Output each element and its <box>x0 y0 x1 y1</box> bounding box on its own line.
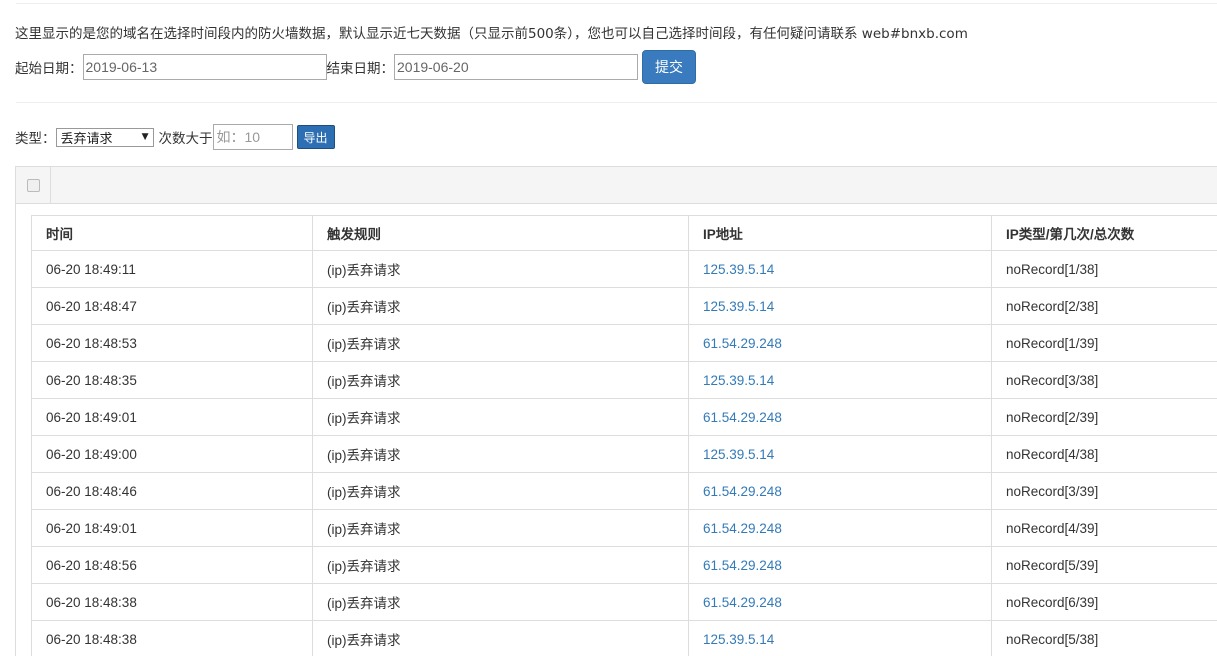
top-divider <box>16 3 1217 4</box>
cell-ip-link[interactable]: 61.54.29.248 <box>688 324 992 362</box>
header-ip: IP地址 <box>688 215 992 251</box>
cell-rule: (ip)丢弃请求 <box>312 398 689 436</box>
cell-ip-link[interactable]: 61.54.29.248 <box>688 472 992 510</box>
cell-ip-type: noRecord[4/39] <box>991 509 1217 547</box>
cell-time: 06-20 18:48:47 <box>31 287 313 325</box>
table-row: 06-20 18:48:35 (ip)丢弃请求 125.39.5.14 noRecor… <box>31 361 1217 399</box>
cell-rule: (ip)丢弃请求 <box>312 509 689 547</box>
cell-ip-type: noRecord[1/38] <box>991 250 1217 288</box>
cell-ip-type: noRecord[6/39] <box>991 583 1217 621</box>
cell-time: 06-20 18:48:38 <box>31 620 313 656</box>
cell-ip-type: noRecord[1/39] <box>991 324 1217 362</box>
cell-ip-type: noRecord[3/38] <box>991 361 1217 399</box>
info-notice: 这里显示的是您的域名在选择时间段内的防火墙数据，默认显示近七天数据（只显示前50… <box>15 26 968 42</box>
cell-rule: (ip)丢弃请求 <box>312 361 689 399</box>
type-select[interactable]: 丢弃请求 ▼ <box>55 127 154 147</box>
cell-time: 06-20 18:48:35 <box>31 361 313 399</box>
cell-time: 06-20 18:49:01 <box>31 398 313 436</box>
cell-time: 06-20 18:48:53 <box>31 324 313 362</box>
cell-ip-link[interactable]: 61.54.29.248 <box>688 583 992 621</box>
table-row: 06-20 18:48:38 (ip)丢弃请求 61.54.29.248 noReco… <box>31 583 1217 621</box>
date-range-form: 起始日期： 结束日期： 提交 <box>15 50 696 84</box>
cell-ip-link[interactable]: 61.54.29.248 <box>688 509 992 547</box>
cell-ip-type: noRecord[2/38] <box>991 287 1217 325</box>
table-row: 06-20 18:49:01 (ip)丢弃请求 61.54.29.248 noReco… <box>31 398 1217 436</box>
cell-time: 06-20 18:48:56 <box>31 546 313 584</box>
type-label: 类型： <box>15 131 56 147</box>
table-row: 06-20 18:49:01 (ip)丢弃请求 61.54.29.248 noReco… <box>31 509 1217 547</box>
end-date-label: 结束日期： <box>326 61 395 77</box>
table-row: 06-20 18:48:46 (ip)丢弃请求 61.54.29.248 noReco… <box>31 472 1217 510</box>
header-time: 时间 <box>31 215 313 251</box>
start-date-label: 起始日期： <box>15 61 83 77</box>
cell-rule: (ip)丢弃请求 <box>312 583 689 621</box>
cell-ip-type: noRecord[4/38] <box>991 435 1217 473</box>
cell-rule: (ip)丢弃请求 <box>312 250 689 288</box>
select-all-checkbox[interactable] <box>26 178 40 192</box>
cell-ip-type: noRecord[5/39] <box>991 546 1217 584</box>
filter-bar: 类型： 丢弃请求 ▼ 次数大于 导出 <box>15 124 335 150</box>
end-date-input[interactable] <box>394 54 638 80</box>
cell-ip-link[interactable]: 125.39.5.14 <box>688 250 992 288</box>
cell-ip-type: noRecord[5/38] <box>991 620 1217 656</box>
export-button[interactable]: 导出 <box>296 125 335 149</box>
table-row: 06-20 18:48:53 (ip)丢弃请求 61.54.29.248 noReco… <box>31 324 1217 362</box>
cell-time: 06-20 18:48:46 <box>31 472 313 510</box>
firewall-log-table: 时间 触发规则 IP地址 IP类型/第几次/总次数 06-20 18:49:11… <box>31 215 1217 656</box>
cell-rule: (ip)丢弃请求 <box>312 546 689 584</box>
cell-time: 06-20 18:49:01 <box>31 509 313 547</box>
cell-ip-type: noRecord[3/39] <box>991 472 1217 510</box>
count-input[interactable] <box>212 124 293 150</box>
cell-ip-link[interactable]: 125.39.5.14 <box>688 287 992 325</box>
table-row: 06-20 18:48:56 (ip)丢弃请求 61.54.29.248 noReco… <box>31 546 1217 584</box>
cell-rule: (ip)丢弃请求 <box>312 435 689 473</box>
table-header-row: 时间 触发规则 IP地址 IP类型/第几次/总次数 <box>31 215 1217 251</box>
header-ip-type: IP类型/第几次/总次数 <box>991 215 1217 251</box>
cell-ip-link[interactable]: 125.39.5.14 <box>688 620 992 656</box>
start-date-input[interactable] <box>82 54 327 80</box>
section-divider <box>16 102 1217 103</box>
table-row: 06-20 18:49:00 (ip)丢弃请求 125.39.5.14 noRecor… <box>31 435 1217 473</box>
cell-ip-type: noRecord[2/39] <box>991 398 1217 436</box>
cell-rule: (ip)丢弃请求 <box>312 324 689 362</box>
cell-ip-link[interactable]: 61.54.29.248 <box>688 398 992 436</box>
table-row: 06-20 18:49:11 (ip)丢弃请求 125.39.5.14 noRecor… <box>31 250 1217 288</box>
header-rule: 触发规则 <box>312 215 689 251</box>
cell-time: 06-20 18:48:38 <box>31 583 313 621</box>
submit-button[interactable]: 提交 <box>642 50 696 84</box>
table-container: 时间 触发规则 IP地址 IP类型/第几次/总次数 06-20 18:49:11… <box>15 204 1217 656</box>
dropdown-arrow-icon: ▼ <box>141 132 149 142</box>
cell-ip-link[interactable]: 61.54.29.248 <box>688 546 992 584</box>
cell-ip-link[interactable]: 125.39.5.14 <box>688 435 992 473</box>
type-select-value: 丢弃请求 <box>60 131 113 147</box>
table-toolbar <box>15 166 1217 204</box>
cell-rule: (ip)丢弃请求 <box>312 287 689 325</box>
cell-ip-link[interactable]: 125.39.5.14 <box>688 361 992 399</box>
count-label: 次数大于 <box>158 131 213 147</box>
cell-rule: (ip)丢弃请求 <box>312 620 689 656</box>
cell-time: 06-20 18:49:00 <box>31 435 313 473</box>
cell-time: 06-20 18:49:11 <box>31 250 313 288</box>
select-all-cell <box>16 167 51 203</box>
cell-rule: (ip)丢弃请求 <box>312 472 689 510</box>
table-row: 06-20 18:48:47 (ip)丢弃请求 125.39.5.14 noRecor… <box>31 287 1217 325</box>
table-row: 06-20 18:48:38 (ip)丢弃请求 125.39.5.14 noRecor… <box>31 620 1217 656</box>
